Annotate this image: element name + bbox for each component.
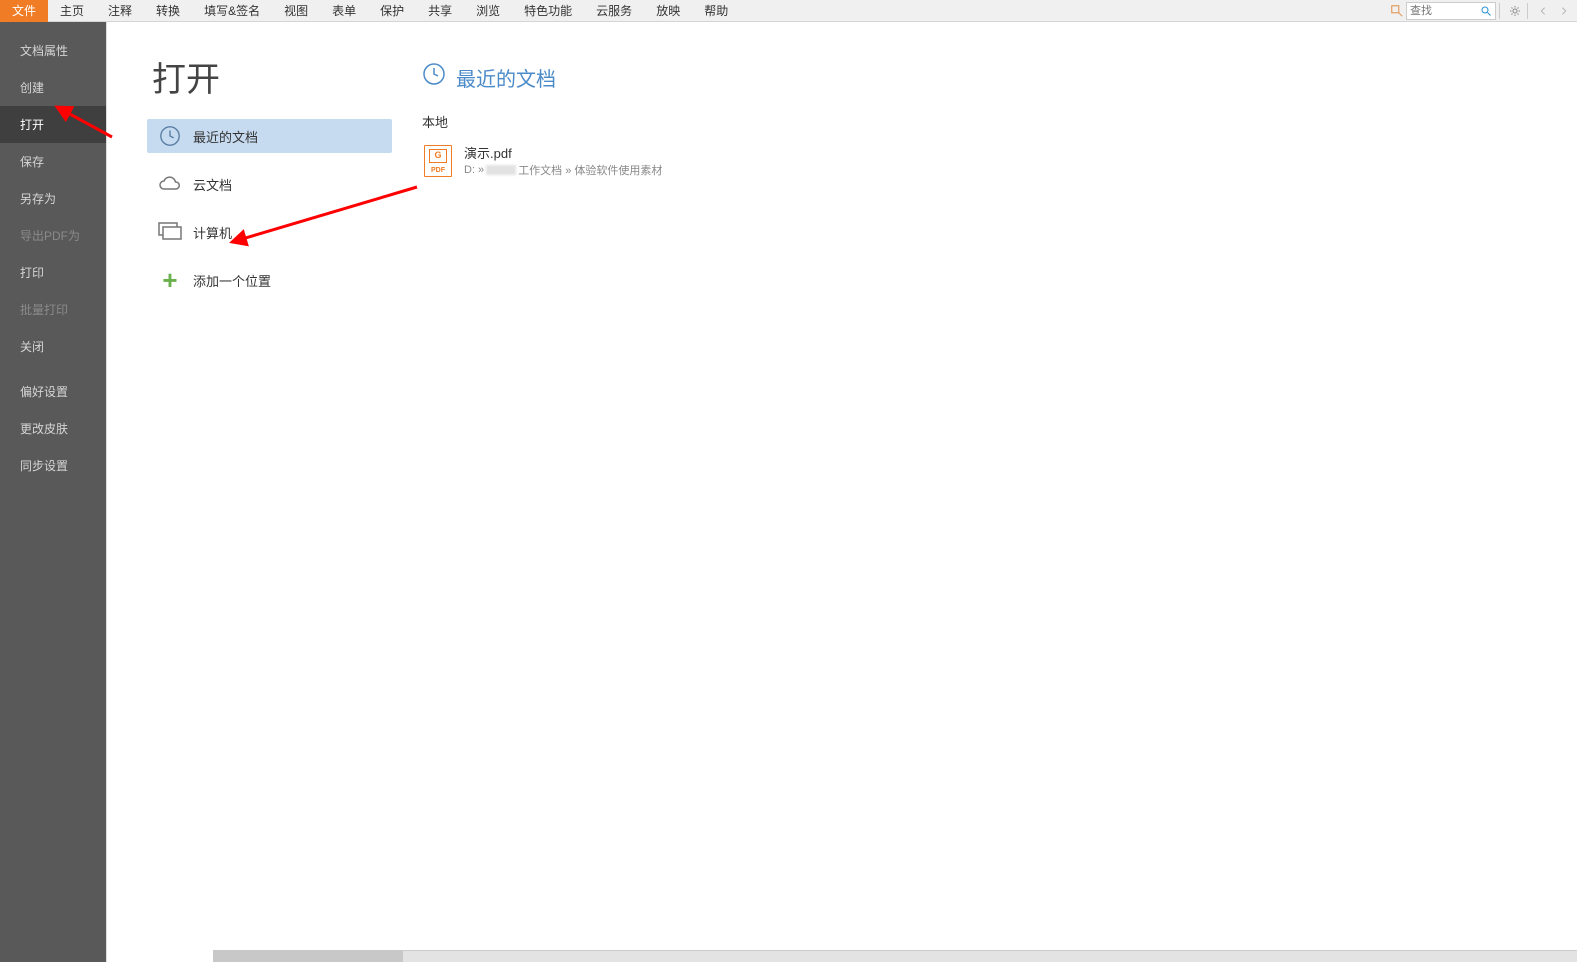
cloud-icon — [157, 171, 183, 197]
menu-item-5[interactable]: 视图 — [272, 0, 320, 22]
file-path: D: » 工作文档 » 体验软件使用素材 — [464, 162, 662, 178]
content-area: 打开 最近的文档云文档计算机 + 添加一个位置 最近的文档 本地 GPDF 演示.pd… — [106, 22, 1577, 962]
nav-forward-icon[interactable] — [1555, 2, 1573, 20]
location-item-clock[interactable]: 最近的文档 — [147, 119, 392, 153]
page-title: 打开 — [152, 52, 392, 101]
sidebar-item-4[interactable]: 另存为 — [0, 180, 106, 217]
menu-item-13[interactable]: 帮助 — [692, 0, 740, 22]
sidebar-item-1[interactable]: 创建 — [0, 69, 106, 106]
sidebar-item-12[interactable]: 同步设置 — [0, 447, 106, 484]
search-input[interactable] — [1407, 4, 1477, 18]
computer-icon — [157, 219, 183, 245]
menu-item-0[interactable]: 文件 — [0, 0, 48, 22]
file-info: 演示.pdfD: » 工作文档 » 体验软件使用素材 — [464, 143, 662, 178]
search-icon[interactable] — [1477, 3, 1495, 19]
menu-item-8[interactable]: 共享 — [416, 0, 464, 22]
search-box[interactable] — [1406, 2, 1496, 20]
clock-icon — [422, 62, 446, 92]
sidebar-item-2[interactable]: 打开 — [0, 106, 106, 143]
menu-item-7[interactable]: 保护 — [368, 0, 416, 22]
location-item-computer[interactable]: 计算机 — [147, 215, 392, 249]
sidebar-item-7[interactable]: 批量打印 — [0, 291, 106, 328]
sidebar-item-5[interactable]: 导出PDF为 — [0, 217, 106, 254]
find-with-options-icon[interactable] — [1388, 2, 1406, 20]
plus-icon: + — [157, 267, 183, 293]
recent-panel: 最近的文档 本地 GPDF 演示.pdfD: » 工作文档 » 体验软件使用素材 — [392, 22, 1577, 962]
menu-item-9[interactable]: 浏览 — [464, 0, 512, 22]
menu-item-10[interactable]: 特色功能 — [512, 0, 584, 22]
menu-item-12[interactable]: 放映 — [644, 0, 692, 22]
sidebar-item-6[interactable]: 打印 — [0, 254, 106, 291]
clock-icon — [157, 123, 183, 149]
scrollbar-horizontal[interactable] — [213, 950, 1577, 962]
sidebar: 文档属性创建打开保存另存为导出PDF为打印批量打印关闭偏好设置更改皮肤同步设置 — [0, 22, 106, 962]
location-label: 添加一个位置 — [193, 271, 271, 290]
menu-item-3[interactable]: 转换 — [144, 0, 192, 22]
menu-item-6[interactable]: 表单 — [320, 0, 368, 22]
location-label: 最近的文档 — [193, 127, 258, 146]
recent-group-local: 本地 — [422, 112, 1557, 131]
body-area: 文档属性创建打开保存另存为导出PDF为打印批量打印关闭偏好设置更改皮肤同步设置 … — [0, 22, 1577, 962]
nav-back-icon[interactable] — [1534, 2, 1552, 20]
sidebar-item-10[interactable]: 偏好设置 — [0, 373, 106, 410]
menu-item-4[interactable]: 填写&签名 — [192, 0, 272, 22]
menubar: 文件主页注释转换填写&签名视图表单保护共享浏览特色功能云服务放映帮助 — [0, 0, 1577, 22]
location-item-plus[interactable]: + 添加一个位置 — [147, 263, 392, 297]
sidebar-item-0[interactable]: 文档属性 — [0, 32, 106, 69]
pdf-file-icon: GPDF — [424, 145, 452, 177]
recent-file-row[interactable]: GPDF 演示.pdfD: » 工作文档 » 体验软件使用素材 — [422, 139, 1557, 182]
gear-icon[interactable] — [1506, 2, 1524, 20]
divider — [1527, 3, 1528, 19]
location-item-cloud[interactable]: 云文档 — [147, 167, 392, 201]
sidebar-item-8[interactable]: 关闭 — [0, 328, 106, 365]
recent-section-header: 最近的文档 — [422, 62, 1557, 92]
locations-panel: 打开 最近的文档云文档计算机 + 添加一个位置 — [107, 22, 392, 962]
menu-item-1[interactable]: 主页 — [48, 0, 96, 22]
menubar-right — [1385, 2, 1577, 20]
divider — [1499, 3, 1500, 19]
menu-item-11[interactable]: 云服务 — [584, 0, 644, 22]
menu-item-2[interactable]: 注释 — [96, 0, 144, 22]
location-label: 计算机 — [193, 223, 232, 242]
sidebar-item-3[interactable]: 保存 — [0, 143, 106, 180]
sidebar-item-11[interactable]: 更改皮肤 — [0, 410, 106, 447]
location-label: 云文档 — [193, 175, 232, 194]
file-name: 演示.pdf — [464, 143, 662, 162]
recent-header-label: 最近的文档 — [456, 63, 556, 92]
